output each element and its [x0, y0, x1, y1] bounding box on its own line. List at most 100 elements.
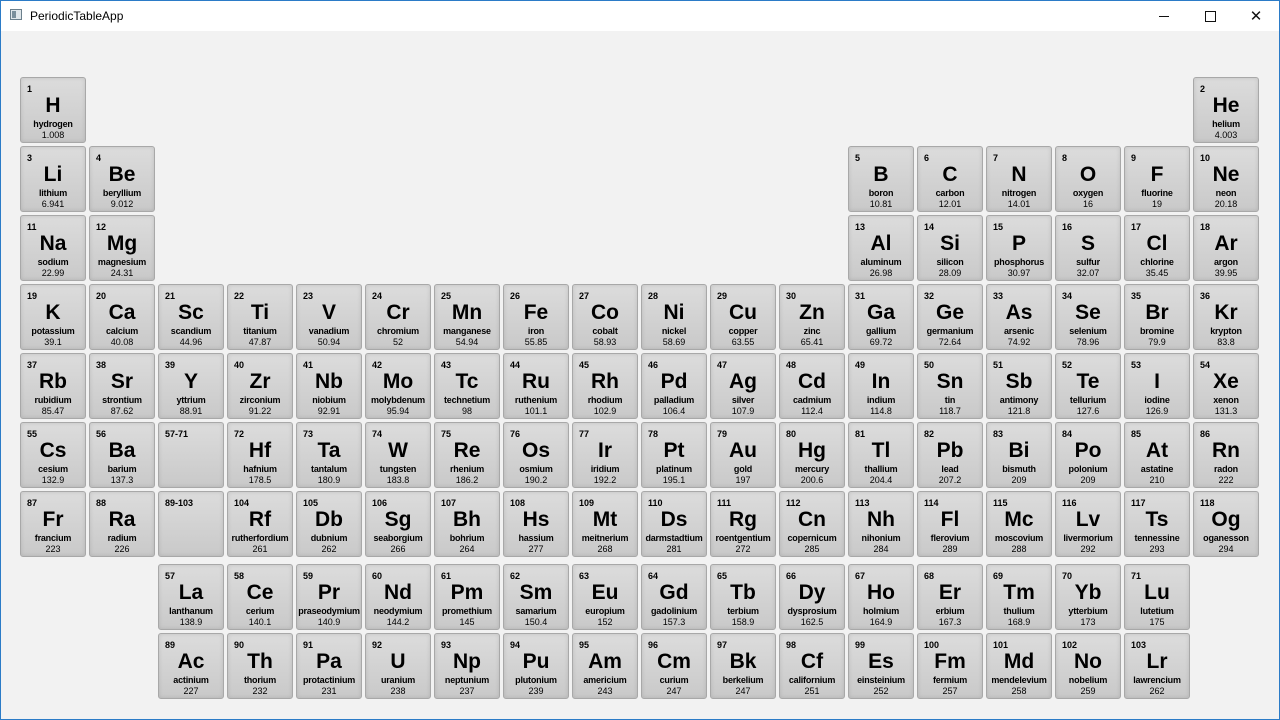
element-tile-md[interactable]: 101 Md mendelevium 258: [986, 633, 1052, 699]
element-tile-si[interactable]: 14 Si silicon 28.09: [917, 215, 983, 281]
element-tile-fl[interactable]: 114 Fl flerovium 289: [917, 491, 983, 557]
element-tile-ne[interactable]: 10 Ne neon 20.18: [1193, 146, 1259, 212]
element-tile-f[interactable]: 9 Ffluorine 19: [1124, 146, 1190, 212]
element-tile-rb[interactable]: 37 Rb rubidium 85.47: [20, 353, 86, 419]
element-tile-db[interactable]: 105 Db dubnium 262: [296, 491, 362, 557]
element-tile-lr[interactable]: 103 Lr lawrencium 262: [1124, 633, 1190, 699]
element-tile-y[interactable]: 39 Yyttrium 88.91: [158, 353, 224, 419]
element-tile-sm[interactable]: 62 Sm samarium 150.4: [503, 564, 569, 630]
element-tile-u[interactable]: 92 Uuranium 238: [365, 633, 431, 699]
element-tile-dy[interactable]: 66 Dy dysprosium 162.5: [779, 564, 845, 630]
element-tile-ac[interactable]: 89 Ac actinium 227: [158, 633, 224, 699]
element-tile-c[interactable]: 6 Ccarbon 12.01: [917, 146, 983, 212]
element-tile-ba[interactable]: 56 Ba barium 137.3: [89, 422, 155, 488]
element-tile-p[interactable]: 15 Pphosphorus 30.97: [986, 215, 1052, 281]
element-tile-hs[interactable]: 108 Hs hassium 277: [503, 491, 569, 557]
element-tile-n[interactable]: 7 Nnitrogen 14.01: [986, 146, 1052, 212]
element-tile-cf[interactable]: 98 Cf californium 251: [779, 633, 845, 699]
element-tile-he[interactable]: 2 He helium 4.003: [1193, 77, 1259, 143]
element-tile-ir[interactable]: 77 Ir iridium 192.2: [572, 422, 638, 488]
element-tile-sr[interactable]: 38 Sr strontium 87.62: [89, 353, 155, 419]
element-tile-lu[interactable]: 71 Lu lutetium 175: [1124, 564, 1190, 630]
element-tile-rg[interactable]: 111 Rg roentgentium 272: [710, 491, 776, 557]
element-tile-ga[interactable]: 31 Ga gallium 69.72: [848, 284, 914, 350]
element-tile-hg[interactable]: 80 Hg mercury 200.6: [779, 422, 845, 488]
element-tile-gd[interactable]: 64 Gd gadolinium 157.3: [641, 564, 707, 630]
element-tile-ca[interactable]: 20 Ca calcium 40.08: [89, 284, 155, 350]
element-tile-bk[interactable]: 97 Bk berkelium 247: [710, 633, 776, 699]
element-tile-th[interactable]: 90 Th thorium 232: [227, 633, 293, 699]
element-tile-nd[interactable]: 60 Nd neodymium 144.2: [365, 564, 431, 630]
element-tile-be[interactable]: 4 Be beryllium 9.012: [89, 146, 155, 212]
element-tile-cd[interactable]: 48 Cd cadmium 112.4: [779, 353, 845, 419]
element-tile-pm[interactable]: 61 Pm promethium 145: [434, 564, 500, 630]
element-tile-cs[interactable]: 55 Cs cesium 132.9: [20, 422, 86, 488]
element-tile-fe[interactable]: 26 Fe iron 55.85: [503, 284, 569, 350]
element-tile-al[interactable]: 13 Al aluminum 26.98: [848, 215, 914, 281]
element-tile-xe[interactable]: 54 Xe xenon 131.3: [1193, 353, 1259, 419]
element-tile-ar[interactable]: 18 Ar argon 39.95: [1193, 215, 1259, 281]
series-placeholder-tile[interactable]: 57-71: [158, 422, 224, 488]
element-tile-cl[interactable]: 17 Cl chlorine 35.45: [1124, 215, 1190, 281]
element-tile-in[interactable]: 49 In indium 114.8: [848, 353, 914, 419]
element-tile-sb[interactable]: 51 Sb antimony 121.8: [986, 353, 1052, 419]
element-tile-w[interactable]: 74 Wtungsten 183.8: [365, 422, 431, 488]
element-tile-ru[interactable]: 44 Ru ruthenium 101.1: [503, 353, 569, 419]
element-tile-tm[interactable]: 69 Tm thulium 168.9: [986, 564, 1052, 630]
element-tile-cn[interactable]: 112 Cn copernicum 285: [779, 491, 845, 557]
element-tile-sg[interactable]: 106 Sg seaborgium 266: [365, 491, 431, 557]
element-tile-og[interactable]: 118 Og oganesson 294: [1193, 491, 1259, 557]
element-tile-au[interactable]: 79 Au gold 197: [710, 422, 776, 488]
element-tile-es[interactable]: 99 Es einsteinium 252: [848, 633, 914, 699]
element-tile-pu[interactable]: 94 Pu plutonium 239: [503, 633, 569, 699]
element-tile-zn[interactable]: 30 Zn zinc 65.41: [779, 284, 845, 350]
element-tile-rh[interactable]: 45 Rh rhodium 102.9: [572, 353, 638, 419]
element-tile-h[interactable]: 1 Hhydrogen 1.008: [20, 77, 86, 143]
element-tile-se[interactable]: 34 Se selenium 78.96: [1055, 284, 1121, 350]
element-tile-re[interactable]: 75 Re rhenium 186.2: [434, 422, 500, 488]
element-tile-pr[interactable]: 59 Pr praseodymium 140.9: [296, 564, 362, 630]
element-tile-na[interactable]: 11 Na sodium 22.99: [20, 215, 86, 281]
element-tile-mo[interactable]: 42 Mo molybdenum 95.94: [365, 353, 431, 419]
element-tile-ni[interactable]: 28 Ni nickel 58.69: [641, 284, 707, 350]
element-tile-kr[interactable]: 36 Kr krypton 83.8: [1193, 284, 1259, 350]
element-tile-np[interactable]: 93 Np neptunium 237: [434, 633, 500, 699]
element-tile-yb[interactable]: 70 Yb ytterbium 173: [1055, 564, 1121, 630]
element-tile-os[interactable]: 76 Os osmium 190.2: [503, 422, 569, 488]
element-tile-br[interactable]: 35 Br bromine 79.9: [1124, 284, 1190, 350]
element-tile-tc[interactable]: 43 Tc technetium 98: [434, 353, 500, 419]
element-tile-cm[interactable]: 96 Cm curium 247: [641, 633, 707, 699]
element-tile-bh[interactable]: 107 Bh bohrium 264: [434, 491, 500, 557]
element-tile-ds[interactable]: 110 Ds darmstadtium 281: [641, 491, 707, 557]
element-tile-ce[interactable]: 58 Ce cerium 140.1: [227, 564, 293, 630]
element-tile-ag[interactable]: 47 Ag silver 107.9: [710, 353, 776, 419]
element-tile-ge[interactable]: 32 Ge germanium 72.64: [917, 284, 983, 350]
element-tile-mc[interactable]: 115 Mc moscovium 288: [986, 491, 1052, 557]
element-tile-fm[interactable]: 100 Fm fermium 257: [917, 633, 983, 699]
element-tile-bi[interactable]: 83 Bi bismuth 209: [986, 422, 1052, 488]
element-tile-li[interactable]: 3 Li lithium 6.941: [20, 146, 86, 212]
element-tile-as[interactable]: 33 As arsenic 74.92: [986, 284, 1052, 350]
element-tile-mn[interactable]: 25 Mn manganese 54.94: [434, 284, 500, 350]
element-tile-am[interactable]: 95 Am americium 243: [572, 633, 638, 699]
element-tile-sn[interactable]: 50 Sn tin 118.7: [917, 353, 983, 419]
element-tile-fr[interactable]: 87 Fr francium 223: [20, 491, 86, 557]
element-tile-ts[interactable]: 117 Ts tennessine 293: [1124, 491, 1190, 557]
element-tile-tl[interactable]: 81 Tl thallium 204.4: [848, 422, 914, 488]
element-tile-no[interactable]: 102 No nobelium 259: [1055, 633, 1121, 699]
element-tile-mg[interactable]: 12 Mg magnesium 24.31: [89, 215, 155, 281]
element-tile-mt[interactable]: 109 Mt meitnerium 268: [572, 491, 638, 557]
element-tile-rn[interactable]: 86 Rn radon 222: [1193, 422, 1259, 488]
element-tile-o[interactable]: 8 Ooxygen 16: [1055, 146, 1121, 212]
element-tile-eu[interactable]: 63 Eu europium 152: [572, 564, 638, 630]
element-tile-s[interactable]: 16 Ssulfur 32.07: [1055, 215, 1121, 281]
element-tile-pt[interactable]: 78 Pt platinum 195.1: [641, 422, 707, 488]
series-placeholder-tile[interactable]: 89-103: [158, 491, 224, 557]
element-tile-ti[interactable]: 22 Ti titanium 47.87: [227, 284, 293, 350]
element-tile-co[interactable]: 27 Co cobalt 58.93: [572, 284, 638, 350]
element-tile-tb[interactable]: 65 Tb terbium 158.9: [710, 564, 776, 630]
element-tile-cr[interactable]: 24 Cr chromium 52: [365, 284, 431, 350]
element-tile-hf[interactable]: 72 Hf hafnium 178.5: [227, 422, 293, 488]
element-tile-zr[interactable]: 40 Zr zirconium 91.22: [227, 353, 293, 419]
element-tile-sc[interactable]: 21 Sc scandium 44.96: [158, 284, 224, 350]
